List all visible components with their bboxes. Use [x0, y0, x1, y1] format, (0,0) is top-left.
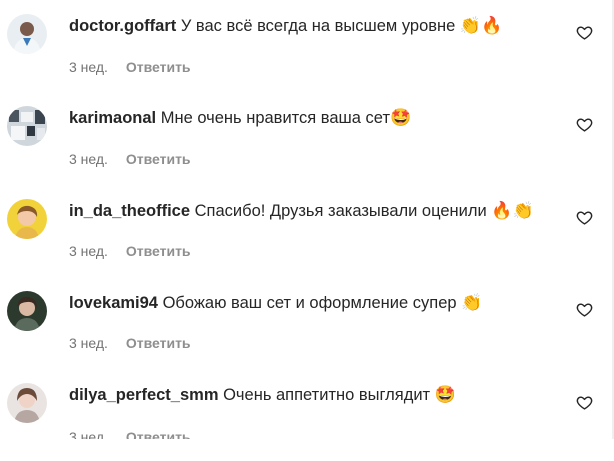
- comment-meta: 3 нед. Ответить: [69, 335, 191, 351]
- comment-emoji: 🤩: [434, 385, 456, 404]
- comment-username[interactable]: karimaonal: [69, 109, 156, 127]
- heart-outline-icon[interactable]: [576, 24, 593, 41]
- heart-outline-icon[interactable]: [576, 301, 593, 318]
- comment-item: karimaonal Мне очень нравится ваша сет🤩 …: [0, 92, 614, 184]
- comment-item: lovekami94 Обожаю ваш сет и оформление с…: [0, 277, 614, 369]
- comment-meta: 3 нед. Ответить: [69, 151, 191, 167]
- comment-text-line: lovekami94 Обожаю ваш сет и оформление с…: [69, 293, 482, 313]
- reply-button[interactable]: Ответить: [126, 431, 191, 439]
- comment-emoji: 🔥👏: [491, 201, 534, 220]
- comment-item: doctor.goffart У вас всё всегда на высше…: [0, 0, 614, 92]
- heart-outline-icon[interactable]: [576, 116, 593, 133]
- comment-time[interactable]: 3 нед.: [69, 59, 108, 75]
- comment-username[interactable]: lovekami94: [69, 294, 158, 312]
- comment-text-line: doctor.goffart У вас всё всегда на высше…: [69, 16, 502, 36]
- comment-meta: 3 нед. Ответить: [69, 243, 191, 259]
- comment-text: У вас всё всегда на высшем уровне: [180, 17, 456, 35]
- comment-meta-clipped: 3 нед. Ответить: [69, 431, 209, 439]
- comment-time[interactable]: 3 нед.: [69, 151, 108, 167]
- comment-username[interactable]: dilya_perfect_smm: [69, 386, 219, 404]
- comment-text: Мне очень нравится ваша сет: [160, 109, 390, 127]
- comment-item: in_da_theoffice Спасибо! Друзья заказыва…: [0, 185, 614, 277]
- comment-text: Обожаю ваш сет и оформление супер: [162, 294, 457, 312]
- heart-outline-icon[interactable]: [576, 394, 593, 411]
- comment-text: Спасибо! Друзья заказывали оценили: [194, 202, 487, 220]
- comment-text: Очень аппетитно выглядит: [223, 386, 431, 404]
- user-avatar[interactable]: [7, 14, 47, 54]
- user-avatar[interactable]: [7, 106, 47, 146]
- comment-username[interactable]: doctor.goffart: [69, 17, 176, 35]
- comments-list: doctor.goffart У вас всё всегда на высше…: [0, 0, 614, 439]
- comment-item: dilya_perfect_smm Очень аппетитно выгляд…: [0, 369, 614, 461]
- comment-text-line: dilya_perfect_smm Очень аппетитно выгляд…: [69, 385, 456, 405]
- comment-time[interactable]: 3 нед.: [69, 243, 108, 259]
- comment-emoji: 👏🔥: [459, 16, 503, 35]
- comment-emoji: 🤩: [390, 108, 412, 127]
- comment-meta: 3 нед. Ответить: [69, 431, 191, 439]
- user-avatar[interactable]: [7, 383, 47, 423]
- reply-button[interactable]: Ответить: [126, 59, 191, 75]
- comment-text-line: in_da_theoffice Спасибо! Друзья заказыва…: [69, 201, 534, 221]
- comment-emoji: 👏: [461, 293, 483, 312]
- comment-username[interactable]: in_da_theoffice: [69, 202, 190, 220]
- comment-time[interactable]: 3 нед.: [69, 431, 108, 439]
- reply-button[interactable]: Ответить: [126, 335, 191, 351]
- comment-text-line: karimaonal Мне очень нравится ваша сет🤩: [69, 108, 411, 128]
- reply-button[interactable]: Ответить: [126, 151, 191, 167]
- user-avatar[interactable]: [7, 199, 47, 239]
- heart-outline-icon[interactable]: [576, 209, 593, 226]
- reply-button[interactable]: Ответить: [126, 243, 191, 259]
- comment-time[interactable]: 3 нед.: [69, 335, 108, 351]
- comment-meta: 3 нед. Ответить: [69, 59, 191, 75]
- user-avatar[interactable]: [7, 291, 47, 331]
